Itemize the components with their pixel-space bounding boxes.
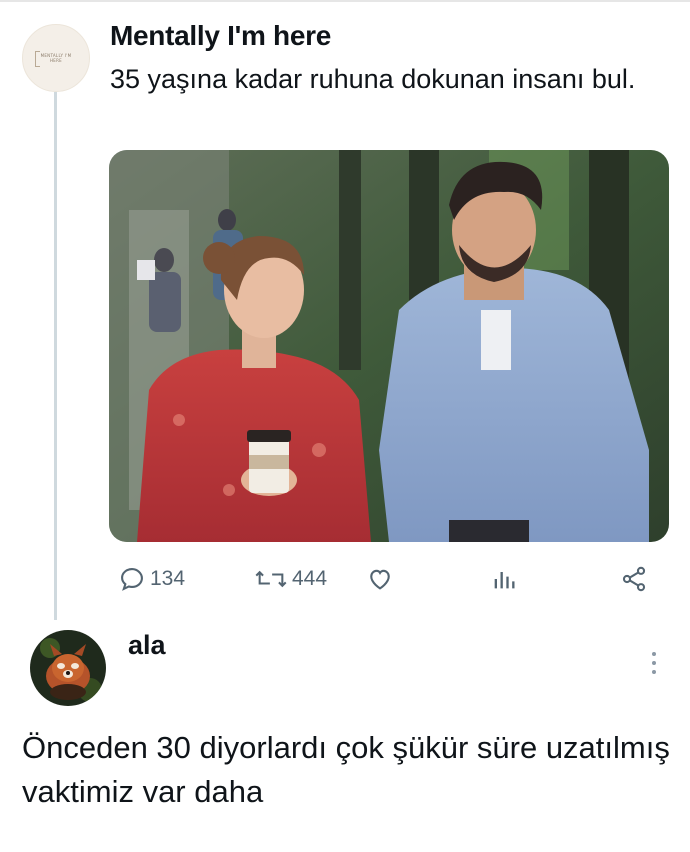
tweet-text: 35 yaşına kadar ruhuna dokunan insanı bu… [110,64,636,94]
thread-line [54,92,57,620]
more-vertical-icon[interactable] [646,650,662,676]
retweet-action[interactable]: 444 [254,560,327,598]
avatar-logo-text: MENTALLY I'M HERE [40,53,72,63]
views-icon [494,572,515,589]
top-divider [0,0,690,2]
reply-count: 134 [150,567,186,590]
reply-icon [121,568,143,591]
like-action[interactable] [366,560,394,598]
reply-action[interactable]: 134 [118,560,185,598]
avatar-logo-mark [35,51,40,67]
reply-author-avatar[interactable] [30,630,106,706]
author-avatar[interactable]: MENTALLY I'M HERE [22,24,90,92]
tweet-media-photo[interactable] [109,150,669,542]
retweet-icon [255,570,287,588]
views-action[interactable] [490,560,518,598]
share-icon [622,566,646,592]
heart-icon [370,569,390,590]
retweet-count: 444 [292,567,328,590]
tweet-actions: 134 444 [110,560,670,598]
share-action[interactable] [620,560,648,598]
reply-text: Önceden 30 diyorlardı çok şükür süre uza… [22,730,670,809]
author-name[interactable]: Mentally I'm here [110,20,331,52]
post-screenshot: MENTALLY I'M HERE Mentally I'm here 35 y… [0,0,690,852]
reply-author-name[interactable]: ala [128,630,166,661]
